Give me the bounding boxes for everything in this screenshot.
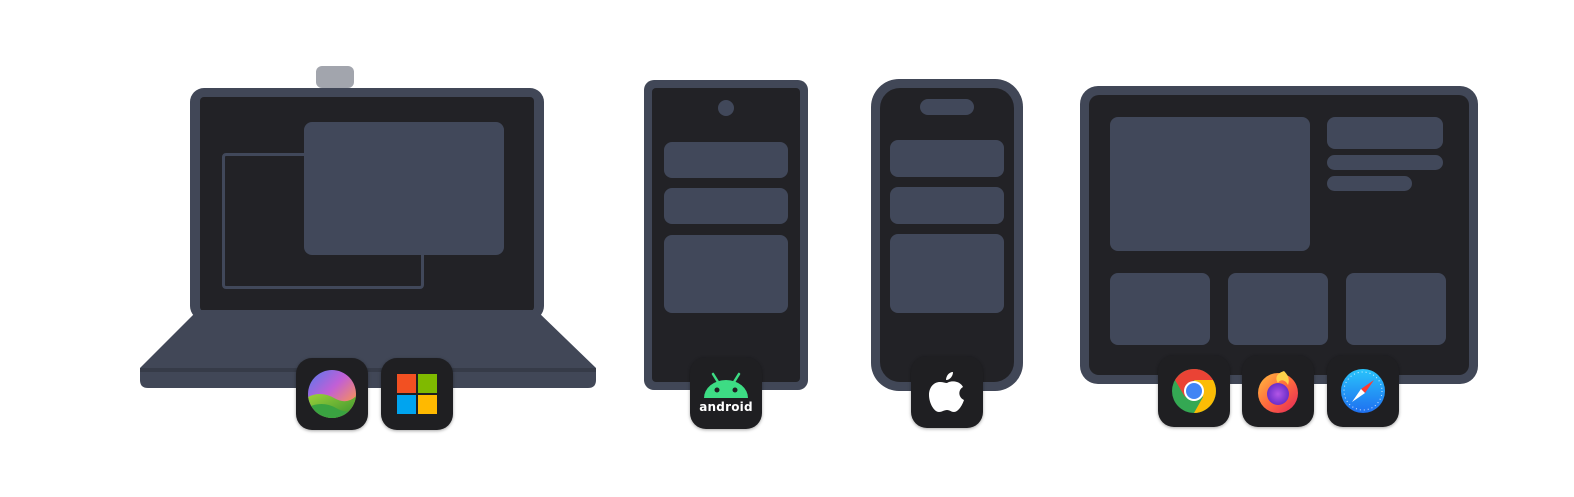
laptop-base: [140, 310, 596, 388]
iphone-dynamic-island: [920, 99, 974, 115]
chrome-icon: [1172, 369, 1216, 413]
firefox-icon: [1258, 371, 1298, 413]
tablet-tile-2: [1228, 273, 1328, 345]
firefox-badge: [1242, 355, 1314, 427]
safari-badge: [1327, 355, 1399, 427]
android-card-1: [664, 142, 788, 178]
iphone-card-2: [890, 187, 1004, 224]
android-badge: android: [690, 357, 762, 429]
tablet-side-bar-2: [1327, 155, 1443, 170]
tablet-hero-card: [1110, 117, 1310, 251]
windows-icon: [397, 374, 437, 414]
android-badge-text: android: [699, 400, 753, 414]
android-icon: [704, 372, 748, 398]
apple-icon: [929, 372, 964, 412]
macos-badge: [296, 358, 368, 430]
android-card-2: [664, 188, 788, 224]
iphone-card-3: [890, 234, 1004, 313]
windows-badge: [381, 358, 453, 430]
iphone-card-1: [890, 140, 1004, 177]
laptop-window-filled: [304, 122, 504, 255]
laptop-camera: [316, 66, 354, 88]
tablet-tile-3: [1346, 273, 1446, 345]
tablet-tile-1: [1110, 273, 1210, 345]
macos-icon: [308, 370, 356, 418]
tablet-side-bar-3: [1327, 176, 1412, 191]
safari-icon: [1341, 369, 1385, 413]
apple-badge: [911, 356, 983, 428]
android-card-3: [664, 235, 788, 313]
android-camera-hole: [718, 100, 734, 116]
tablet-side-bar-1: [1327, 117, 1443, 149]
chrome-badge: [1158, 355, 1230, 427]
